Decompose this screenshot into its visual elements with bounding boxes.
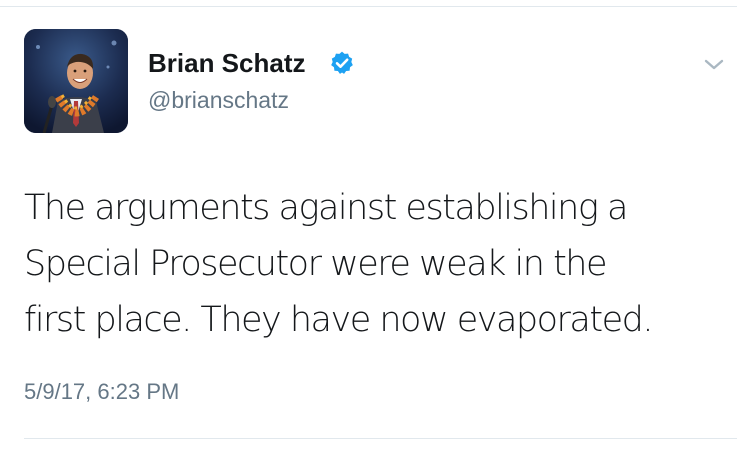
username-handle[interactable]: @brianschatz — [148, 86, 289, 114]
verified-badge-icon — [331, 51, 353, 74]
chevron-down-icon[interactable] — [700, 52, 728, 76]
tweet-text: The arguments against establishing a Spe… — [24, 180, 724, 348]
top-divider — [0, 6, 737, 7]
tweet-text-line: Special Prosecutor were weak in the — [24, 244, 608, 284]
display-name[interactable]: Brian Schatz — [148, 48, 306, 78]
avatar[interactable] — [24, 29, 128, 133]
tweet-timestamp[interactable]: 5/9/17, 6:23 PM — [24, 378, 179, 406]
avatar-image — [24, 29, 128, 133]
tweet-text-line: The arguments against establishing a — [24, 188, 628, 228]
bottom-divider — [24, 438, 737, 439]
tweet-card: Brian Schatz @brianschatz The arguments … — [0, 0, 737, 456]
tweet-text-line: first place. They have now evaporated. — [24, 300, 653, 340]
